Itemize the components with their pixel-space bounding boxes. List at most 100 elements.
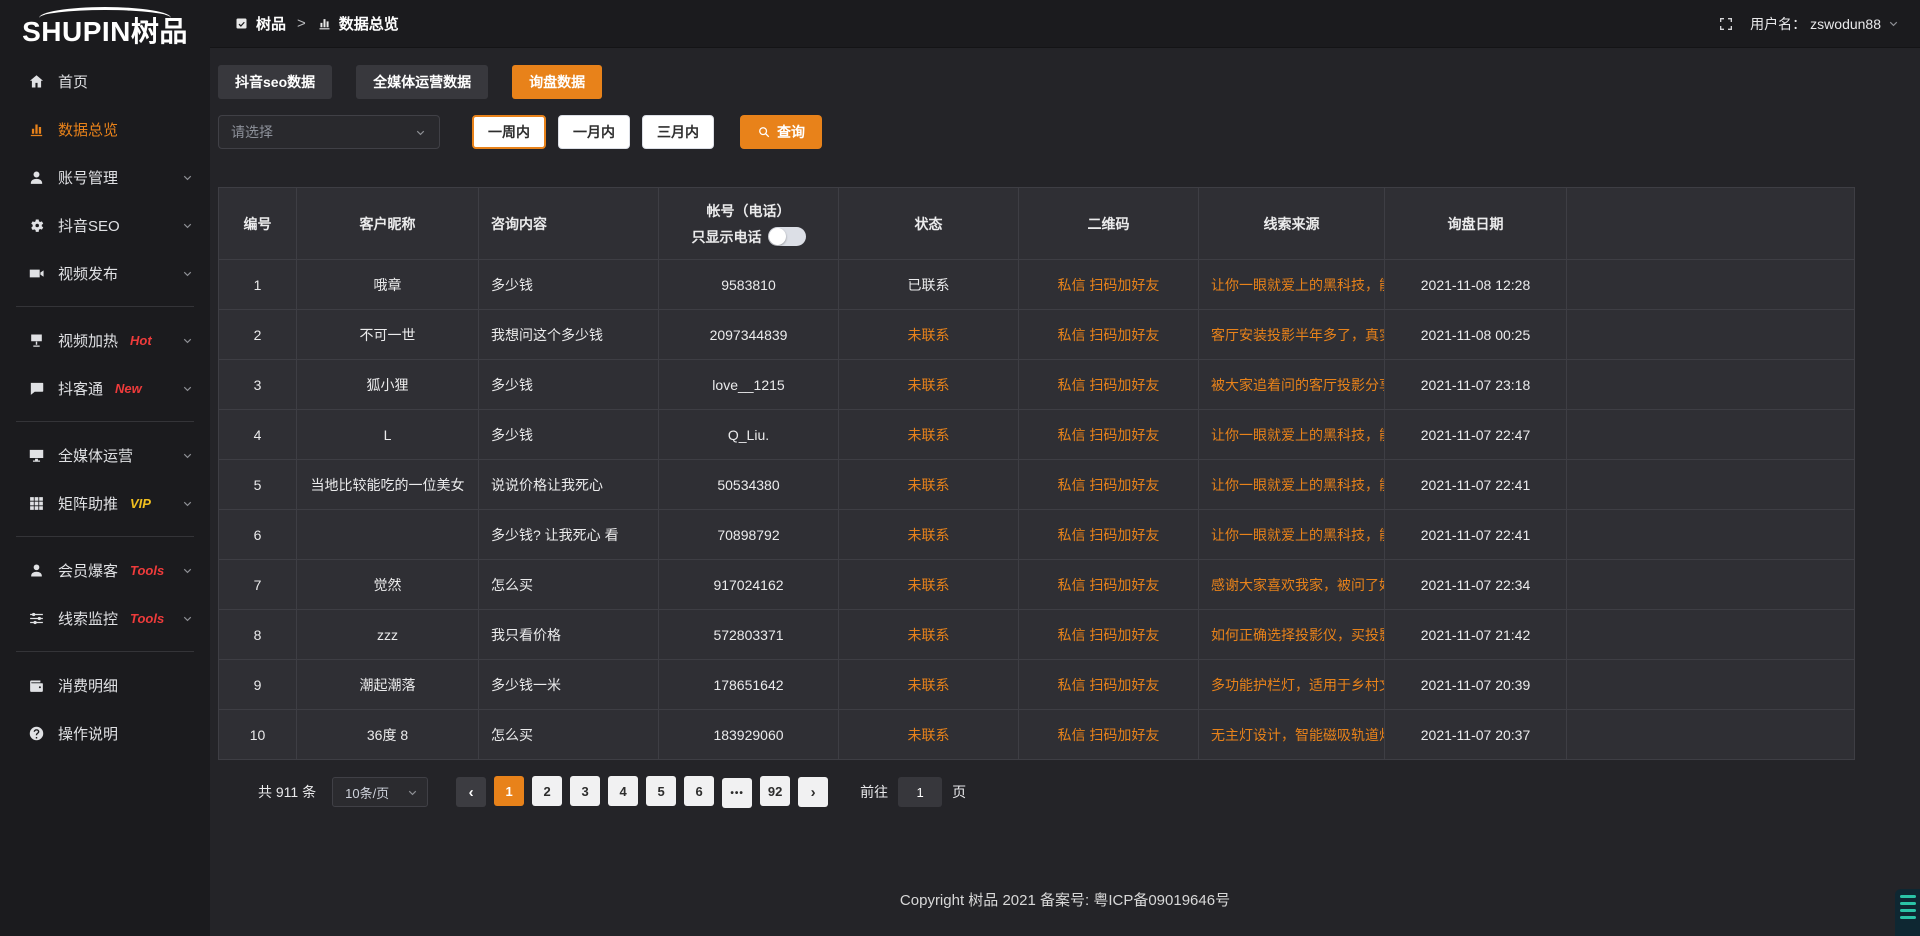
tab-douyin-seo-data[interactable]: 抖音seo数据: [218, 65, 332, 99]
username-label: 用户名：: [1750, 14, 1806, 34]
range-button-one-week[interactable]: 一周内: [472, 115, 546, 149]
cell-qr-link[interactable]: 私信 扫码加好友: [1019, 410, 1199, 460]
sidebar-item-label: 操作说明: [58, 723, 118, 744]
fullscreen-icon[interactable]: [1718, 16, 1734, 32]
sidebar-item-clue-monitor[interactable]: 线索监控Tools: [0, 594, 210, 642]
cell-qr-link[interactable]: 私信 扫码加好友: [1019, 260, 1199, 310]
page-ellipsis-button[interactable]: •••: [722, 778, 752, 808]
sidebar-menu: 首页数据总览账号管理抖音SEO视频发布视频加热 Hot 抖客通New 全媒体运营矩阵助…: [0, 57, 210, 757]
cell-qr-link[interactable]: 私信 扫码加好友: [1019, 310, 1199, 360]
sidebar-divider: [16, 536, 194, 537]
cell-source-link[interactable]: 如何正确选择投影仪，买投影...: [1199, 610, 1385, 660]
right-column: 树品 > 数据总览 用户名：zswodun88 抖音seo数据全媒体运营数据询盘…: [210, 0, 1920, 936]
cell-qr-link[interactable]: 私信 扫码加好友: [1019, 710, 1199, 760]
cell-date: 2021-11-07 22:41: [1385, 460, 1567, 510]
breadcrumb-root[interactable]: 树品: [256, 13, 286, 34]
floating-service-widget[interactable]: [1895, 889, 1920, 936]
tab-media-ops-data[interactable]: 全媒体运营数据: [356, 65, 488, 99]
prev-page-button[interactable]: ‹: [456, 777, 486, 807]
sidebar-item-label: 视频加热: [58, 330, 118, 351]
sidebar-item-video-publish[interactable]: 视频发布: [0, 249, 210, 297]
copyright-text: Copyright 树品 2021 备案号: 粤ICP备09019646号: [900, 892, 1230, 909]
filter-select-placeholder: 请选择: [231, 122, 273, 142]
sidebar-item-account-manage[interactable]: 账号管理: [0, 153, 210, 201]
user-menu[interactable]: 用户名：zswodun88: [1750, 14, 1900, 34]
cell-num: 1: [219, 260, 297, 310]
cell-source-link[interactable]: 让你一眼就爱上的黑科技，能...: [1199, 260, 1385, 310]
cell-qr-link[interactable]: 私信 扫码加好友: [1019, 510, 1199, 560]
cell-phone: 917024162: [659, 560, 839, 610]
col-header-num: 编号: [219, 188, 297, 260]
cell-num: 5: [219, 460, 297, 510]
cell-source-link[interactable]: 无主灯设计，智能磁吸轨道灯...: [1199, 710, 1385, 760]
next-page-button[interactable]: ›: [798, 777, 828, 807]
sidebar-divider: [16, 421, 194, 422]
help-icon: [28, 725, 45, 742]
cell-source-link[interactable]: 让你一眼就爱上的黑科技，能...: [1199, 460, 1385, 510]
sidebar-item-consume-detail[interactable]: 消费明细: [0, 661, 210, 709]
page-button-2[interactable]: 2: [532, 776, 562, 806]
table-row: 6多少钱? 让我死心 看70898792未联系私信 扫码加好友让你一眼就爱上的黑…: [219, 510, 1855, 560]
cell-qr-link[interactable]: 私信 扫码加好友: [1019, 610, 1199, 660]
cell-phone: 9583810: [659, 260, 839, 310]
sidebar-item-label: 账号管理: [58, 167, 118, 188]
cell-filler: [1567, 260, 1855, 310]
sidebar-item-media-ops[interactable]: 全媒体运营: [0, 431, 210, 479]
sidebar-item-video-heat[interactable]: 视频加热 Hot: [0, 316, 210, 364]
cell-source-link[interactable]: 客厅安装投影半年多了，真实...: [1199, 310, 1385, 360]
range-buttons: 一周内一月内三月内: [440, 115, 714, 149]
cell-qr-link[interactable]: 私信 扫码加好友: [1019, 660, 1199, 710]
cell-status: 未联系: [839, 560, 1019, 610]
page-size-select[interactable]: 10条/页: [332, 777, 428, 807]
sidebar-item-douyin-seo[interactable]: 抖音SEO: [0, 201, 210, 249]
cell-phone: 70898792: [659, 510, 839, 560]
search-icon: [757, 125, 771, 139]
document-icon: [234, 16, 249, 31]
cell-qr-link[interactable]: 私信 扫码加好友: [1019, 560, 1199, 610]
range-button-one-month[interactable]: 一月内: [558, 115, 630, 149]
sidebar-item-label: 线索监控: [58, 608, 118, 629]
cell-source-link[interactable]: 让你一眼就爱上的黑科技，能...: [1199, 510, 1385, 560]
page-button-5[interactable]: 5: [646, 776, 676, 806]
sidebar-item-operation-help[interactable]: 操作说明: [0, 709, 210, 757]
query-button[interactable]: 查询: [740, 115, 822, 149]
sidebar-badge: New: [115, 381, 142, 396]
col-header-status: 状态: [839, 188, 1019, 260]
goto-page-input[interactable]: 1: [898, 777, 942, 807]
topbar: 树品 > 数据总览 用户名：zswodun88: [210, 0, 1920, 48]
col-header-source: 线索来源: [1199, 188, 1385, 260]
filter-select[interactable]: 请选择: [218, 115, 440, 149]
sidebar-item-member-baoke[interactable]: 会员爆客Tools: [0, 546, 210, 594]
table-row: 3狐小狸多少钱love__1215未联系私信 扫码加好友被大家追着问的客厅投影分…: [219, 360, 1855, 410]
page-button-6[interactable]: 6: [684, 776, 714, 806]
cell-qr-link[interactable]: 私信 扫码加好友: [1019, 460, 1199, 510]
cell-source-link[interactable]: 被大家追着问的客厅投影分享...: [1199, 360, 1385, 410]
cell-filler: [1567, 360, 1855, 410]
cell-source-link[interactable]: 感谢大家喜欢我家，被问了好...: [1199, 560, 1385, 610]
page-button-1[interactable]: 1: [494, 776, 524, 806]
chevron-down-icon: [414, 126, 427, 139]
cell-date: 2021-11-07 23:18: [1385, 360, 1567, 410]
page-button-4[interactable]: 4: [608, 776, 638, 806]
cell-source-link[interactable]: 多功能护栏灯，适用于乡村文...: [1199, 660, 1385, 710]
phone-only-toggle[interactable]: [768, 227, 806, 246]
sidebar-item-data-overview[interactable]: 数据总览: [0, 105, 210, 153]
cell-num: 10: [219, 710, 297, 760]
chevron-down-icon: [181, 267, 194, 280]
table-row: 2不可一世我想问这个多少钱2097344839未联系私信 扫码加好友客厅安装投影…: [219, 310, 1855, 360]
cell-date: 2021-11-07 22:47: [1385, 410, 1567, 460]
cell-qr-link[interactable]: 私信 扫码加好友: [1019, 360, 1199, 410]
sidebar-item-matrix-boost[interactable]: 矩阵助推VIP: [0, 479, 210, 527]
page-button-3[interactable]: 3: [570, 776, 600, 806]
page-button-92[interactable]: 92: [760, 776, 790, 806]
sidebar-item-douketong[interactable]: 抖客通New: [0, 364, 210, 412]
footer: Copyright 树品 2021 备案号: 粤ICP备09019646号: [210, 889, 1920, 936]
cell-content: 多少钱: [479, 360, 659, 410]
cell-source-link[interactable]: 让你一眼就爱上的黑科技，能...: [1199, 410, 1385, 460]
cell-filler: [1567, 410, 1855, 460]
sidebar-badge: Hot: [130, 333, 152, 348]
cell-phone: love__1215: [659, 360, 839, 410]
range-button-three-month[interactable]: 三月内: [642, 115, 714, 149]
tab-inquiry-data[interactable]: 询盘数据: [512, 65, 602, 99]
sidebar-item-home[interactable]: 首页: [0, 57, 210, 105]
